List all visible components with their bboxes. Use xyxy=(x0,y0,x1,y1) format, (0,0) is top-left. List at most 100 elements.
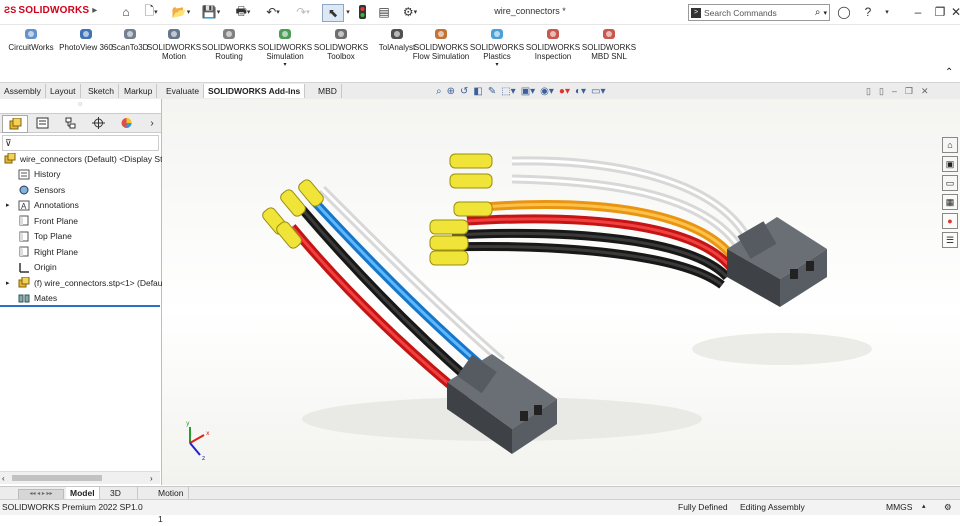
view-restore-icon[interactable]: ❐ xyxy=(905,86,913,97)
expand-arrow-icon[interactable]: ▸ xyxy=(6,279,10,287)
tab-mbd[interactable]: MBD xyxy=(314,84,342,98)
view-settings-icon[interactable]: ▭▾ xyxy=(591,86,605,98)
search-icon[interactable]: ⌕ xyxy=(815,7,821,18)
redo-icon[interactable]: ↷ ▾ xyxy=(292,4,314,20)
search-commands[interactable]: > Search Commands ⌕ ▾ xyxy=(688,4,830,21)
model-view: y x z xyxy=(186,153,872,462)
search-input[interactable]: Search Commands xyxy=(704,8,815,18)
undo-icon[interactable]: ↶ ▾ xyxy=(262,4,284,20)
split-view-icon[interactable]: ▯ xyxy=(866,86,871,97)
floor-shadow-2 xyxy=(692,333,872,365)
open-icon[interactable]: 📂 ▾ xyxy=(170,4,192,20)
help-dropdown-icon[interactable]: ▾ xyxy=(882,4,892,20)
edit-appearance-icon[interactable]: ●▾ xyxy=(559,86,570,98)
ribbon-button-flow[interactable]: SOLIDWORKS Flow Simulation xyxy=(412,27,470,61)
unit-system[interactable]: MMGS xyxy=(886,502,912,512)
tree-item-sensors[interactable]: Sensors xyxy=(0,182,179,197)
tree-item-right-plane[interactable]: Right Plane xyxy=(0,244,179,259)
view-close-icon[interactable]: ✕ xyxy=(921,86,929,97)
save-icon[interactable]: 💾 ▾ xyxy=(200,4,222,20)
dimxpert-tab-icon[interactable] xyxy=(86,115,110,131)
view-palette-icon[interactable]: ▦ xyxy=(942,194,958,210)
ribbon-button-mbd-snl[interactable]: SOLIDWORKS MBD SNL xyxy=(580,27,638,61)
appearances-icon[interactable]: ● xyxy=(942,213,958,229)
ribbon-button-motion[interactable]: SOLIDWORKS Motion xyxy=(145,27,203,61)
zoom-area-icon[interactable]: ⊕ xyxy=(447,86,455,98)
section-view-icon[interactable]: ◧ xyxy=(473,86,482,98)
options-gear-icon[interactable]: ⚙ ▾ xyxy=(398,4,422,20)
custom-properties-icon[interactable]: ☰ xyxy=(942,232,958,248)
graphics-area[interactable]: y x z ⌂ ▣ ▭ ▦ ● ☰ xyxy=(162,99,960,485)
print-icon[interactable]: 🖶 ▾ xyxy=(232,4,254,20)
ribbon-button-circuitworks[interactable]: CircuitWorks xyxy=(2,27,60,52)
zoom-to-fit-icon[interactable]: ⌕ xyxy=(436,86,442,98)
expand-arrow-icon[interactable]: ▸ xyxy=(6,201,10,209)
tree-item-top-plane[interactable]: Top Plane xyxy=(0,229,179,244)
ribbon-dropdown-icon[interactable]: ▾ xyxy=(256,61,314,70)
view-minimize-icon[interactable]: – xyxy=(892,86,897,97)
tree-item-mates[interactable]: Mates xyxy=(0,291,179,306)
solidworks-logo[interactable]: ƧS SOLIDWORKS ▸ xyxy=(4,5,98,16)
user-account-icon[interactable]: ◯ xyxy=(836,4,852,20)
select-dropdown-icon[interactable]: ▾ xyxy=(344,4,352,20)
scroll-thumb[interactable] xyxy=(12,475,102,481)
propertymanager-tab-icon[interactable] xyxy=(30,115,54,131)
select-cursor-icon[interactable]: ⬉ xyxy=(322,4,344,22)
tab-evaluate[interactable]: Evaluate xyxy=(162,84,205,98)
file-explorer-icon[interactable]: ▭ xyxy=(942,175,958,191)
scroll-right-icon[interactable]: › xyxy=(150,474,153,483)
tree-item-origin[interactable]: Origin xyxy=(0,260,179,275)
ribbon-button-label: SOLIDWORKS Flow Simulation xyxy=(412,43,470,61)
restore-icon[interactable]: ❐ xyxy=(932,4,948,20)
tree-item-annotations[interactable]: ▸ A Annotations xyxy=(0,198,179,213)
tree-item-front-plane[interactable]: Front Plane xyxy=(0,213,179,228)
tree-filter[interactable]: ⊽ xyxy=(2,135,159,151)
display-manager-tab-icon[interactable] xyxy=(114,115,138,131)
filter-icon[interactable]: ⊽ xyxy=(5,138,12,149)
file-properties-icon[interactable]: ▤ xyxy=(376,4,392,20)
tile-view-icon[interactable]: ▯ xyxy=(879,86,884,97)
tab-assembly[interactable]: Assembly xyxy=(0,84,46,98)
view-orientation-icon[interactable]: ⬚▾ xyxy=(501,86,515,98)
featuremanager-tab-icon[interactable] xyxy=(2,115,28,133)
tree-horizontal-scrollbar[interactable]: ‹ › xyxy=(0,471,160,484)
panel-next-tab-icon[interactable]: › xyxy=(140,115,164,131)
ribbon-button-label: SOLIDWORKS MBD SNL xyxy=(581,43,637,61)
rebuild-icon[interactable] xyxy=(356,4,368,20)
configurationmanager-tab-icon[interactable] xyxy=(58,115,82,131)
unit-dropdown-icon[interactable]: ▴ xyxy=(922,502,926,510)
apply-scene-icon[interactable]: ◐▾ xyxy=(575,86,586,98)
ribbon-button-label: CircuitWorks xyxy=(8,43,54,52)
help-icon[interactable]: ? xyxy=(860,4,876,20)
tab-solidworks-add-ins[interactable]: SOLIDWORKS Add-Ins xyxy=(204,84,306,98)
ribbon-button-plastics[interactable]: SOLIDWORKS Plastics ▾ xyxy=(468,27,526,70)
display-style-icon[interactable]: ▣▾ xyxy=(521,86,535,98)
dynamic-annotation-icon[interactable]: ✎ xyxy=(488,86,496,98)
design-library-icon[interactable]: ▣ xyxy=(942,156,958,172)
scroll-left-icon[interactable]: ‹ xyxy=(2,474,5,483)
previous-view-icon[interactable]: ↺ xyxy=(460,86,468,98)
close-icon[interactable]: ✕ xyxy=(951,4,960,20)
new-document-icon[interactable]: 🗋 ▾ xyxy=(140,4,162,20)
panel-tab-toolbar: › xyxy=(0,113,161,133)
hide-show-items-icon[interactable]: ◉▾ xyxy=(540,86,554,98)
tree-item-f-wire-connectors-stp-1-defau[interactable]: ▸ (f) wire_connectors.stp<1> (Defau xyxy=(0,275,179,290)
collapse-ribbon-icon[interactable]: ⌃ xyxy=(945,67,953,78)
minimize-icon[interactable]: – xyxy=(910,4,926,20)
ribbon-button-label: SOLIDWORKS Toolbox xyxy=(313,43,369,61)
ribbon-button-toolbox[interactable]: SOLIDWORKS Toolbox xyxy=(312,27,370,61)
tree-item-history[interactable]: History xyxy=(0,167,179,182)
ribbon-button-inspection[interactable]: SOLIDWORKS Inspection xyxy=(524,27,582,61)
ribbon-button-routing[interactable]: SOLIDWORKS Routing xyxy=(200,27,258,61)
tab-layout[interactable]: Layout xyxy=(46,84,81,98)
ribbon-button-simulation[interactable]: SOLIDWORKS Simulation ▾ xyxy=(256,27,314,70)
tab-sketch[interactable]: Sketch xyxy=(84,84,119,98)
tab-markup[interactable]: Markup xyxy=(120,84,158,98)
customize-status-icon[interactable]: ⚙ xyxy=(944,502,952,513)
home-icon[interactable]: ⌂ xyxy=(942,137,958,153)
panel-handle-icon[interactable]: ○ xyxy=(76,101,84,109)
search-dropdown-icon[interactable]: ▾ xyxy=(823,9,827,17)
tree-root[interactable]: wire_connectors (Default) <Display Sta xyxy=(0,151,165,166)
home-icon[interactable]: ⌂ xyxy=(118,4,134,20)
ribbon-dropdown-icon[interactable]: ▾ xyxy=(468,61,526,70)
